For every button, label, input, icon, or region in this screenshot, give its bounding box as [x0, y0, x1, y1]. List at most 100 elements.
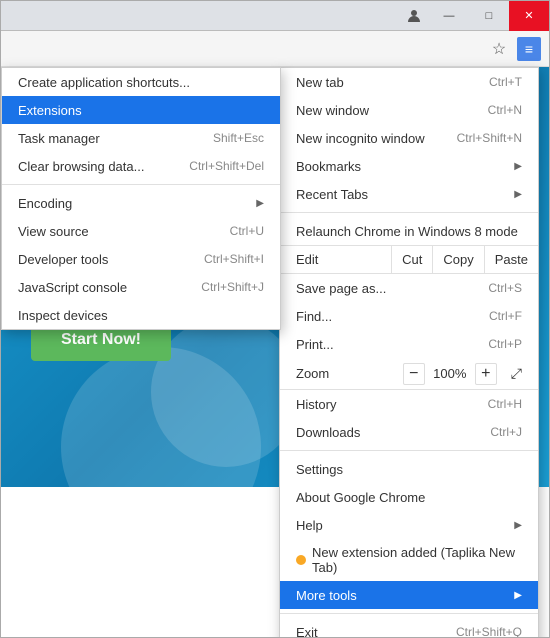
- close-button[interactable]: ✕: [509, 1, 549, 31]
- bookmark-star-icon[interactable]: ☆: [487, 37, 511, 61]
- menu-item-print[interactable]: Print... Ctrl+P: [280, 330, 538, 358]
- menu-shortcut: Ctrl+N: [488, 103, 522, 117]
- zoom-value: 100%: [431, 366, 469, 381]
- submenu-item-inspect-devices[interactable]: Inspect devices: [2, 301, 280, 329]
- zoom-row: Zoom − 100% + ⤢: [280, 358, 538, 390]
- menu-item-label: Recent Tabs: [296, 187, 514, 202]
- submenu-shortcut: Ctrl+Shift+I: [204, 252, 264, 266]
- notification-dot: [296, 555, 306, 565]
- submenu-item-extensions[interactable]: Extensions: [2, 96, 280, 124]
- submenu-item-label: View source: [18, 224, 210, 239]
- zoom-label: Zoom: [296, 366, 403, 381]
- submenu-item-label: Encoding: [18, 196, 256, 211]
- menu-shortcut: Ctrl+P: [488, 337, 522, 351]
- submenu-item-label: Inspect devices: [18, 308, 264, 323]
- submenu-arrow-icon: ▶: [514, 520, 522, 531]
- submenu-item-label: JavaScript console: [18, 280, 181, 295]
- menu-item-label: Relaunch Chrome in Windows 8 mode: [296, 224, 522, 239]
- paste-button[interactable]: Paste: [484, 246, 538, 273]
- chrome-menu-button[interactable]: ≡: [517, 37, 541, 61]
- menu-item-label: Exit: [296, 625, 436, 638]
- submenu-item-clear-browsing-data...[interactable]: Clear browsing data... Ctrl+Shift+Del: [2, 152, 280, 180]
- menu-item-bookmarks[interactable]: Bookmarks▶: [280, 152, 538, 180]
- browser-toolbar: ☆ ≡: [1, 31, 549, 67]
- copy-button[interactable]: Copy: [432, 246, 483, 273]
- menu-item-new-tab[interactable]: New tab Ctrl+T: [280, 68, 538, 96]
- menu-item-new-window[interactable]: New window Ctrl+N: [280, 96, 538, 124]
- fullscreen-button[interactable]: ⤢: [511, 365, 522, 382]
- menu-item-help[interactable]: Help▶: [280, 511, 538, 539]
- submenu-arrow-icon: ▶: [514, 590, 522, 601]
- zoom-out-button[interactable]: −: [403, 363, 425, 385]
- menu-item-label: New incognito window: [296, 131, 437, 146]
- menu-shortcut: Ctrl+T: [489, 75, 522, 89]
- submenu-item-task-manager[interactable]: Task manager Shift+Esc: [2, 124, 280, 152]
- submenu-arrow-icon: ▶: [514, 161, 522, 172]
- submenu-item-developer-tools[interactable]: Developer tools Ctrl+Shift+I: [2, 245, 280, 273]
- menu-divider: [280, 212, 538, 213]
- menu-item-exit[interactable]: Exit Ctrl+Shift+Q: [280, 618, 538, 638]
- menu-item-label: More tools: [296, 588, 514, 603]
- menu-shortcut: Ctrl+Shift+Q: [456, 625, 522, 638]
- cut-button[interactable]: Cut: [391, 246, 432, 273]
- menu-divider: [280, 613, 538, 614]
- menu-item-label: New window: [296, 103, 468, 118]
- menu-item-label: New tab: [296, 75, 469, 90]
- menu-item-label: Help: [296, 518, 514, 533]
- edit-row: Edit Cut Copy Paste: [280, 245, 538, 274]
- browser-window: — □ ✕ ☆ ≡ Uninstall Support Transform th…: [0, 0, 550, 638]
- menu-item-label: Settings: [296, 462, 522, 477]
- user-icon[interactable]: [399, 1, 429, 31]
- chrome-dropdown-menu: New tab Ctrl+T New window Ctrl+N New incogni…: [279, 67, 539, 638]
- menu-item-new-extension[interactable]: New extension added (Taplika New Tab): [280, 539, 538, 581]
- menu-item-save-page[interactable]: Save page as... Ctrl+S: [280, 274, 538, 302]
- menu-divider: [280, 450, 538, 451]
- submenu-item-label: Extensions: [18, 103, 264, 118]
- submenu-arrow-icon: ▶: [256, 198, 264, 209]
- menu-item-about-chrome[interactable]: About Google Chrome: [280, 483, 538, 511]
- menu-item-label: Find...: [296, 309, 469, 324]
- submenu-item-label: Create application shortcuts...: [18, 75, 264, 90]
- submenu-arrow-icon: ▶: [514, 189, 522, 200]
- menu-shortcut: Ctrl+Shift+N: [457, 131, 522, 145]
- menu-item-label: Print...: [296, 337, 468, 352]
- more-tools-submenu: Create application shortcuts... Extension…: [1, 67, 281, 330]
- submenu-shortcut: Ctrl+Shift+J: [201, 280, 264, 294]
- menu-item-downloads[interactable]: Downloads Ctrl+J: [280, 418, 538, 446]
- zoom-controls: − 100% + ⤢: [403, 363, 522, 385]
- minimize-button[interactable]: —: [429, 1, 469, 31]
- menu-item-relaunch[interactable]: Relaunch Chrome in Windows 8 mode: [280, 217, 538, 245]
- maximize-button[interactable]: □: [469, 1, 509, 31]
- submenu-shortcut: Ctrl+Shift+Del: [189, 159, 264, 173]
- titlebar-buttons: — □ ✕: [399, 1, 549, 31]
- menu-shortcut: Ctrl+J: [490, 425, 522, 439]
- submenu-item-javascript-console[interactable]: JavaScript console Ctrl+Shift+J: [2, 273, 280, 301]
- menu-item-label: Save page as...: [296, 281, 468, 296]
- menu-item-more-tools[interactable]: More tools▶: [280, 581, 538, 609]
- submenu-shortcut: Ctrl+U: [230, 224, 264, 238]
- submenu-item-label: Clear browsing data...: [18, 159, 169, 174]
- menu-item-label: New extension added (Taplika New Tab): [312, 545, 522, 575]
- submenu-item-label: Developer tools: [18, 252, 184, 267]
- menu-item-recent-tabs[interactable]: Recent Tabs▶: [280, 180, 538, 208]
- submenu-item-view-source[interactable]: View source Ctrl+U: [2, 217, 280, 245]
- menu-shortcut: Ctrl+F: [489, 309, 522, 323]
- submenu-divider: [2, 184, 280, 185]
- menu-item-new-incognito[interactable]: New incognito window Ctrl+Shift+N: [280, 124, 538, 152]
- submenu-item-create-application-shortcuts...[interactable]: Create application shortcuts...: [2, 68, 280, 96]
- submenu-item-encoding[interactable]: Encoding▶: [2, 189, 280, 217]
- menu-item-settings[interactable]: Settings: [280, 455, 538, 483]
- menu-item-label: About Google Chrome: [296, 490, 522, 505]
- titlebar: — □ ✕: [1, 1, 549, 31]
- menu-item-label: History: [296, 397, 468, 412]
- menu-item-find[interactable]: Find... Ctrl+F: [280, 302, 538, 330]
- menu-item-history[interactable]: History Ctrl+H: [280, 390, 538, 418]
- edit-label: Edit: [280, 246, 391, 273]
- menu-shortcut: Ctrl+H: [488, 397, 522, 411]
- submenu-shortcut: Shift+Esc: [213, 131, 264, 145]
- menu-shortcut: Ctrl+S: [488, 281, 522, 295]
- zoom-in-button[interactable]: +: [475, 363, 497, 385]
- submenu-item-label: Task manager: [18, 131, 193, 146]
- menu-item-label: Bookmarks: [296, 159, 514, 174]
- menu-item-label: Downloads: [296, 425, 470, 440]
